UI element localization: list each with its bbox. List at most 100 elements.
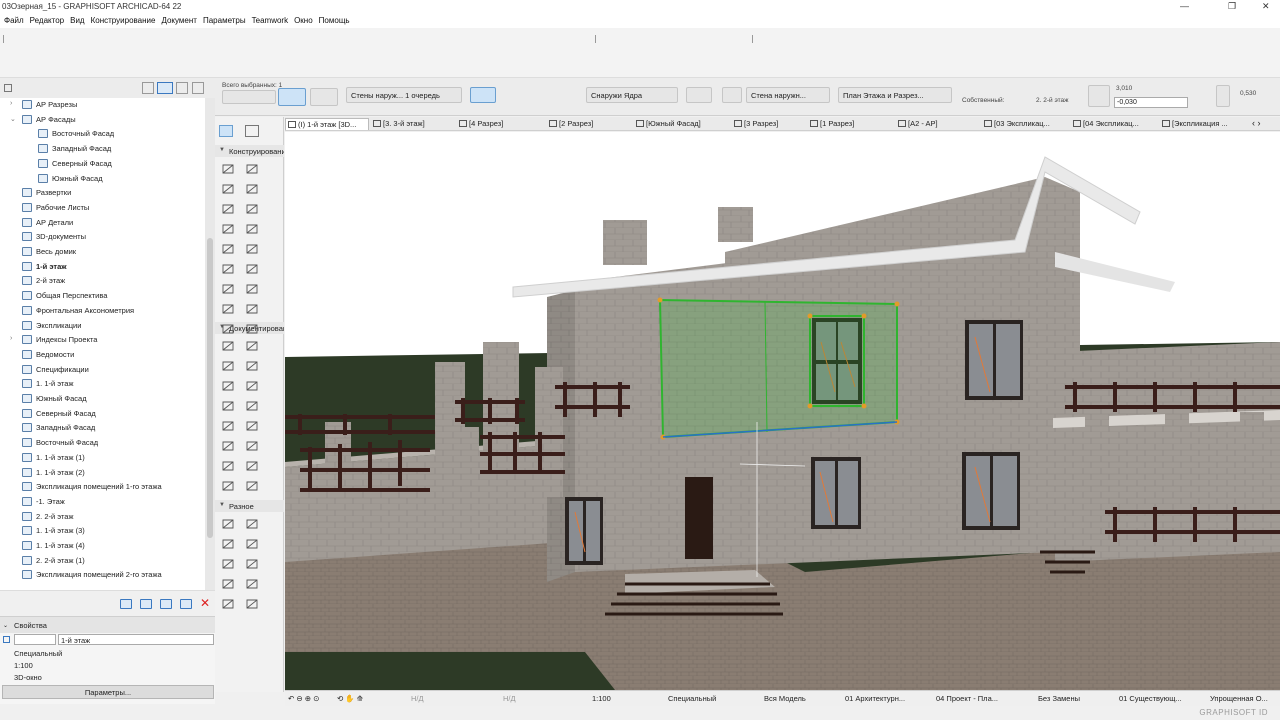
scale-selector[interactable]: 1:100 <box>592 694 611 703</box>
view-tab[interactable]: [A2 - AP] <box>896 118 980 130</box>
spline-tool[interactable] <box>245 420 259 432</box>
toolbox-section-more[interactable]: ▼ Разное <box>215 500 284 512</box>
zone-tool[interactable] <box>245 283 259 295</box>
navigator-item[interactable]: Экспликация помещений 1-го этажа <box>0 480 205 494</box>
view-map-icon[interactable] <box>157 82 173 94</box>
navigator-item[interactable]: 1. 1-й этаж (3) <box>0 524 205 538</box>
menu-edit[interactable]: Редактор <box>30 14 68 28</box>
slab-tool[interactable] <box>245 183 259 195</box>
window-opening-tool[interactable] <box>221 558 235 570</box>
navigator-item[interactable]: -1. Этаж <box>0 495 205 509</box>
save-view-icon[interactable] <box>160 599 172 609</box>
dimension-tool[interactable] <box>221 340 235 352</box>
navigator-item[interactable]: Рабочие Листы <box>0 201 205 215</box>
menu-window[interactable]: Окно <box>294 14 317 28</box>
navigator-item[interactable]: Развертки <box>0 186 205 200</box>
collapse-arrow-icon[interactable]: ⌄ <box>10 115 18 123</box>
menu-design[interactable]: Конструирование <box>91 14 160 28</box>
dimension-style-selector[interactable]: Упрощенная О... <box>1210 694 1268 703</box>
marquee-tool[interactable] <box>245 125 259 137</box>
layer-combination-selector[interactable]: 01 Архитектурн... <box>845 694 905 703</box>
beam-tool[interactable] <box>221 183 235 195</box>
tabs-scroll-arrows[interactable]: ‹ › <box>1252 118 1261 128</box>
lamp-tool[interactable] <box>245 303 259 315</box>
pen-set-selector[interactable]: 04 Проект - Пла... <box>936 694 998 703</box>
structure-selector[interactable]: Специальный <box>668 694 716 703</box>
structure-button[interactable] <box>470 87 496 103</box>
marker-tool[interactable] <box>245 598 259 610</box>
drawing-tool[interactable] <box>221 538 235 550</box>
navigator-item[interactable]: Фронтальная Аксонометрия <box>0 304 205 318</box>
label-tool[interactable] <box>245 360 259 372</box>
view-tab[interactable]: [4 Разрез] <box>457 118 545 130</box>
arc-tool[interactable] <box>245 400 259 412</box>
sun-tool[interactable] <box>245 538 259 550</box>
menu-document[interactable]: Документ <box>161 14 201 28</box>
restore-button[interactable]: ❐ <box>1228 1 1236 12</box>
navigator-item[interactable]: Экспликации <box>0 319 205 333</box>
height-value[interactable]: 3,010 <box>1116 85 1132 92</box>
3d-model-render[interactable] <box>285 132 1280 690</box>
navigator-item[interactable]: 2. 2-й этаж <box>0 510 205 524</box>
view-tab[interactable]: [Южный Фасад] <box>634 118 730 130</box>
fill-tool[interactable] <box>221 380 235 392</box>
navigator-item[interactable]: Восточный Фасад <box>0 436 205 450</box>
composite-selector[interactable]: Стена наружн... <box>746 87 830 103</box>
view-tab[interactable]: [1 Разрез] <box>808 118 894 130</box>
opening-tool[interactable] <box>245 323 259 335</box>
line-tool[interactable] <box>245 380 259 392</box>
elevation-tool[interactable] <box>245 460 259 472</box>
graphic-override-selector[interactable]: Без Замены <box>1038 694 1080 703</box>
change-tool[interactable] <box>221 578 235 590</box>
grid-tool[interactable] <box>221 518 235 530</box>
wall-tool[interactable] <box>221 163 235 175</box>
axes-tool[interactable] <box>245 578 259 590</box>
view-tab[interactable]: [Экспликация ... <box>1160 118 1250 130</box>
view-tab[interactable]: (I) 1-й этаж [3D... <box>285 118 369 130</box>
curtain-wall-tool[interactable] <box>245 223 259 235</box>
interior-tool[interactable] <box>245 558 259 570</box>
menu-help[interactable]: Помощь <box>319 14 354 28</box>
railing-tool[interactable] <box>245 263 259 275</box>
minimize-button[interactable]: — <box>1180 1 1189 11</box>
menu-teamwork[interactable]: Teamwork <box>252 14 292 28</box>
view-tab[interactable]: [04 Экспликац... <box>1071 118 1158 130</box>
reference-line-button[interactable] <box>278 88 306 106</box>
navigator-item[interactable]: › АР Разрезы <box>0 98 205 112</box>
arrow-tool[interactable] <box>219 125 233 137</box>
navigator-item[interactable]: Северный Фасад <box>0 157 205 171</box>
home-story-value[interactable]: 2. 2-й этаж <box>1036 97 1068 104</box>
navigator-item[interactable]: Ведомости <box>0 348 205 362</box>
navigator-item[interactable]: 2-й этаж <box>0 274 205 288</box>
geometry-method-buttons[interactable] <box>222 90 276 104</box>
navigator-settings-icon[interactable] <box>4 84 12 92</box>
selected-wall-highlight[interactable] <box>657 297 900 440</box>
view-tab[interactable]: [03 Экспликац... <box>982 118 1069 130</box>
hotspot-tool[interactable] <box>221 440 235 452</box>
view-tab[interactable]: [3. 3-й этаж] <box>371 118 455 130</box>
level-dimension-tool[interactable] <box>245 340 259 352</box>
3d-viewport[interactable] <box>285 132 1280 690</box>
navigator-item[interactable]: Восточный Фасад <box>0 127 205 141</box>
worksheet-tool[interactable] <box>245 480 259 492</box>
navigator-item[interactable]: 1-й этаж <box>0 260 205 274</box>
menu-view[interactable]: Вид <box>70 14 88 28</box>
delete-icon[interactable]: ✕ <box>200 596 210 610</box>
navigator-item[interactable]: Экспликация помещений 2-го этажа <box>0 568 205 582</box>
morph-tool[interactable] <box>221 323 235 335</box>
window-tool[interactable] <box>245 243 259 255</box>
toolbox-section-design[interactable]: ▼ Конструирование <box>215 145 284 157</box>
angle-readout[interactable]: Н/Д <box>411 694 424 703</box>
navigator-item[interactable]: Весь домик <box>0 245 205 259</box>
floor-plan-display-selector[interactable]: План Этажа и Разрез... <box>838 87 952 103</box>
navigator-item[interactable]: 1. 1-й этаж (1) <box>0 451 205 465</box>
object-tool[interactable] <box>221 303 235 315</box>
roof-tool[interactable] <box>221 203 235 215</box>
expand-arrow-icon[interactable]: › <box>10 100 18 107</box>
thickness-value[interactable]: 0,530 <box>1240 90 1256 97</box>
mesh-tool[interactable] <box>221 283 235 295</box>
layer-selector[interactable]: Стены наруж... 1 очередь <box>346 87 462 103</box>
navigator-item[interactable]: › Индексы Проекта <box>0 333 205 347</box>
wall-type-button[interactable] <box>310 88 338 106</box>
skylight-tool[interactable] <box>221 223 235 235</box>
